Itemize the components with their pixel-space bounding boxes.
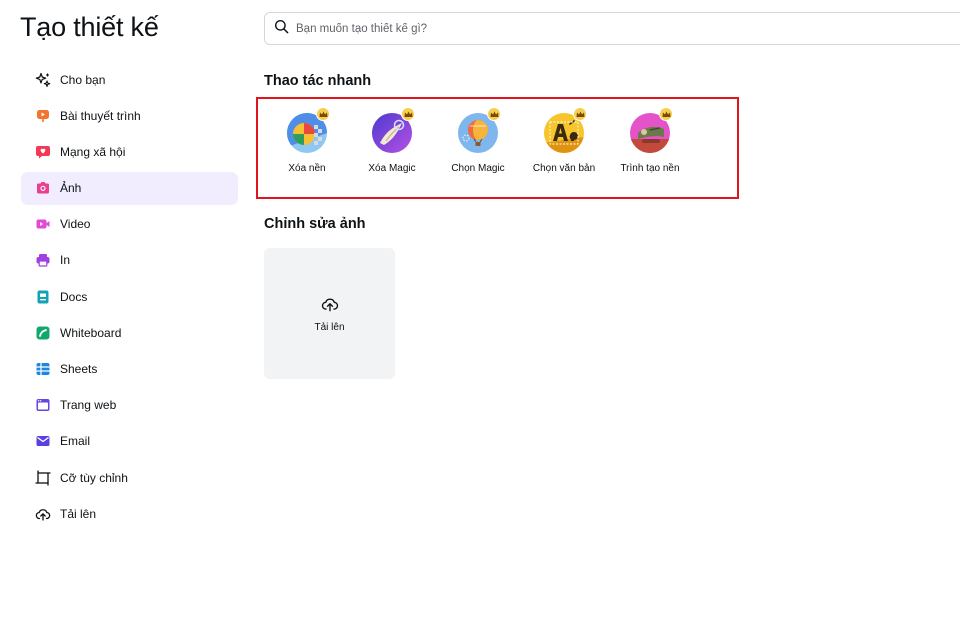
quick-action-label: Trình tạo nền	[620, 163, 680, 174]
premium-crown-icon	[573, 107, 587, 121]
presentation-icon	[35, 108, 51, 124]
sidebar-item-upload[interactable]: Tải lên	[21, 497, 238, 530]
magic-eraser-icon	[372, 107, 415, 153]
sidebar-item-custom-size[interactable]: Cỡ tùy chỉnh	[21, 461, 238, 494]
sidebar-item-email[interactable]: Email	[21, 425, 238, 458]
premium-crown-icon	[401, 107, 415, 121]
grab-text-icon	[544, 107, 587, 153]
background-generator-icon	[630, 107, 673, 153]
quick-action-label: Chọn Magic	[451, 163, 505, 174]
category-sidebar: Cho bạn Bài thuyết trình Mạng xã hội Ảnh…	[21, 63, 238, 533]
sidebar-item-presentations[interactable]: Bài thuyết trình	[21, 99, 238, 132]
sidebar-item-websites[interactable]: Trang web	[21, 389, 238, 422]
sparkle-icon	[35, 72, 51, 88]
create-design-page: Tạo thiết kế Cho bạn Bài thuyết trình Mạ…	[0, 0, 960, 640]
sheet-grid-icon	[35, 361, 51, 377]
search-bar[interactable]	[264, 12, 960, 45]
quick-actions-highlight: Xóa nền Xóa Magic Chọn Magic Chọn văn bả…	[256, 97, 739, 199]
sidebar-item-label: Whiteboard	[60, 325, 122, 340]
envelope-icon	[35, 433, 51, 449]
quick-action-magic-eraser[interactable]: Xóa Magic	[350, 107, 434, 174]
sidebar-item-whiteboard[interactable]: Whiteboard	[21, 316, 238, 349]
sidebar-item-label: Tải lên	[60, 506, 97, 521]
sidebar-item-label: In	[60, 253, 71, 268]
camera-icon	[35, 180, 51, 196]
sidebar-item-label: Cỡ tùy chỉnh	[60, 470, 128, 485]
upload-card[interactable]: Tải lên	[264, 248, 395, 379]
sidebar-item-social-media[interactable]: Mạng xã hội	[21, 135, 238, 168]
sidebar-item-label: Sheets	[60, 362, 98, 376]
cloud-upload-icon	[321, 295, 339, 318]
sidebar-item-label: Mạng xã hội	[60, 144, 126, 159]
sidebar-item-label: Trang web	[60, 398, 117, 413]
premium-crown-icon	[487, 107, 501, 121]
premium-crown-icon	[659, 107, 673, 121]
sidebar-item-label: Video	[60, 217, 91, 232]
sidebar-item-for-you[interactable]: Cho bạn	[21, 63, 238, 96]
quick-action-label: Xóa Magic	[368, 163, 416, 174]
sidebar-item-label: Ảnh	[60, 181, 82, 196]
sidebar-item-label: Email	[60, 434, 91, 449]
search-input[interactable]	[296, 22, 896, 35]
quick-action-background-remover[interactable]: Xóa nền	[265, 107, 349, 174]
sidebar-item-sheets[interactable]: Sheets	[21, 353, 238, 386]
upload-label: Tải lên	[314, 321, 345, 333]
heart-chat-icon	[35, 144, 51, 160]
premium-crown-icon	[316, 107, 330, 121]
quick-action-label: Xóa nền	[288, 163, 326, 174]
sidebar-item-label: Bài thuyết trình	[60, 108, 141, 123]
sidebar-item-label: Docs	[60, 289, 88, 304]
custom-size-icon	[35, 470, 51, 486]
sidebar-item-photos[interactable]: Ảnh	[21, 171, 238, 205]
quick-action-background-generator[interactable]: Trình tạo nền	[608, 107, 692, 174]
sidebar-item-print[interactable]: In	[21, 244, 238, 277]
search-icon	[274, 19, 289, 39]
browser-icon	[35, 397, 51, 413]
quick-action-magic-grab[interactable]: Chọn Magic	[436, 107, 520, 174]
magic-grab-icon	[458, 107, 501, 153]
edit-photo-heading: Chỉnh sửa ảnh	[264, 216, 366, 232]
video-camera-icon	[35, 216, 51, 232]
cloud-upload-icon	[35, 506, 51, 522]
whiteboard-icon	[35, 325, 51, 341]
page-title: Tạo thiết kế	[20, 12, 159, 42]
sidebar-item-label: Cho bạn	[60, 72, 106, 87]
sidebar-item-docs[interactable]: Docs	[21, 280, 238, 313]
quick-actions-heading: Thao tác nhanh	[264, 73, 372, 89]
background-remover-icon	[287, 107, 330, 153]
document-icon	[35, 289, 51, 305]
quick-action-grab-text[interactable]: Chọn văn bản	[522, 107, 606, 174]
quick-action-label: Chọn văn bản	[532, 163, 596, 174]
sidebar-item-video[interactable]: Video	[21, 208, 238, 241]
printer-icon	[35, 252, 51, 268]
